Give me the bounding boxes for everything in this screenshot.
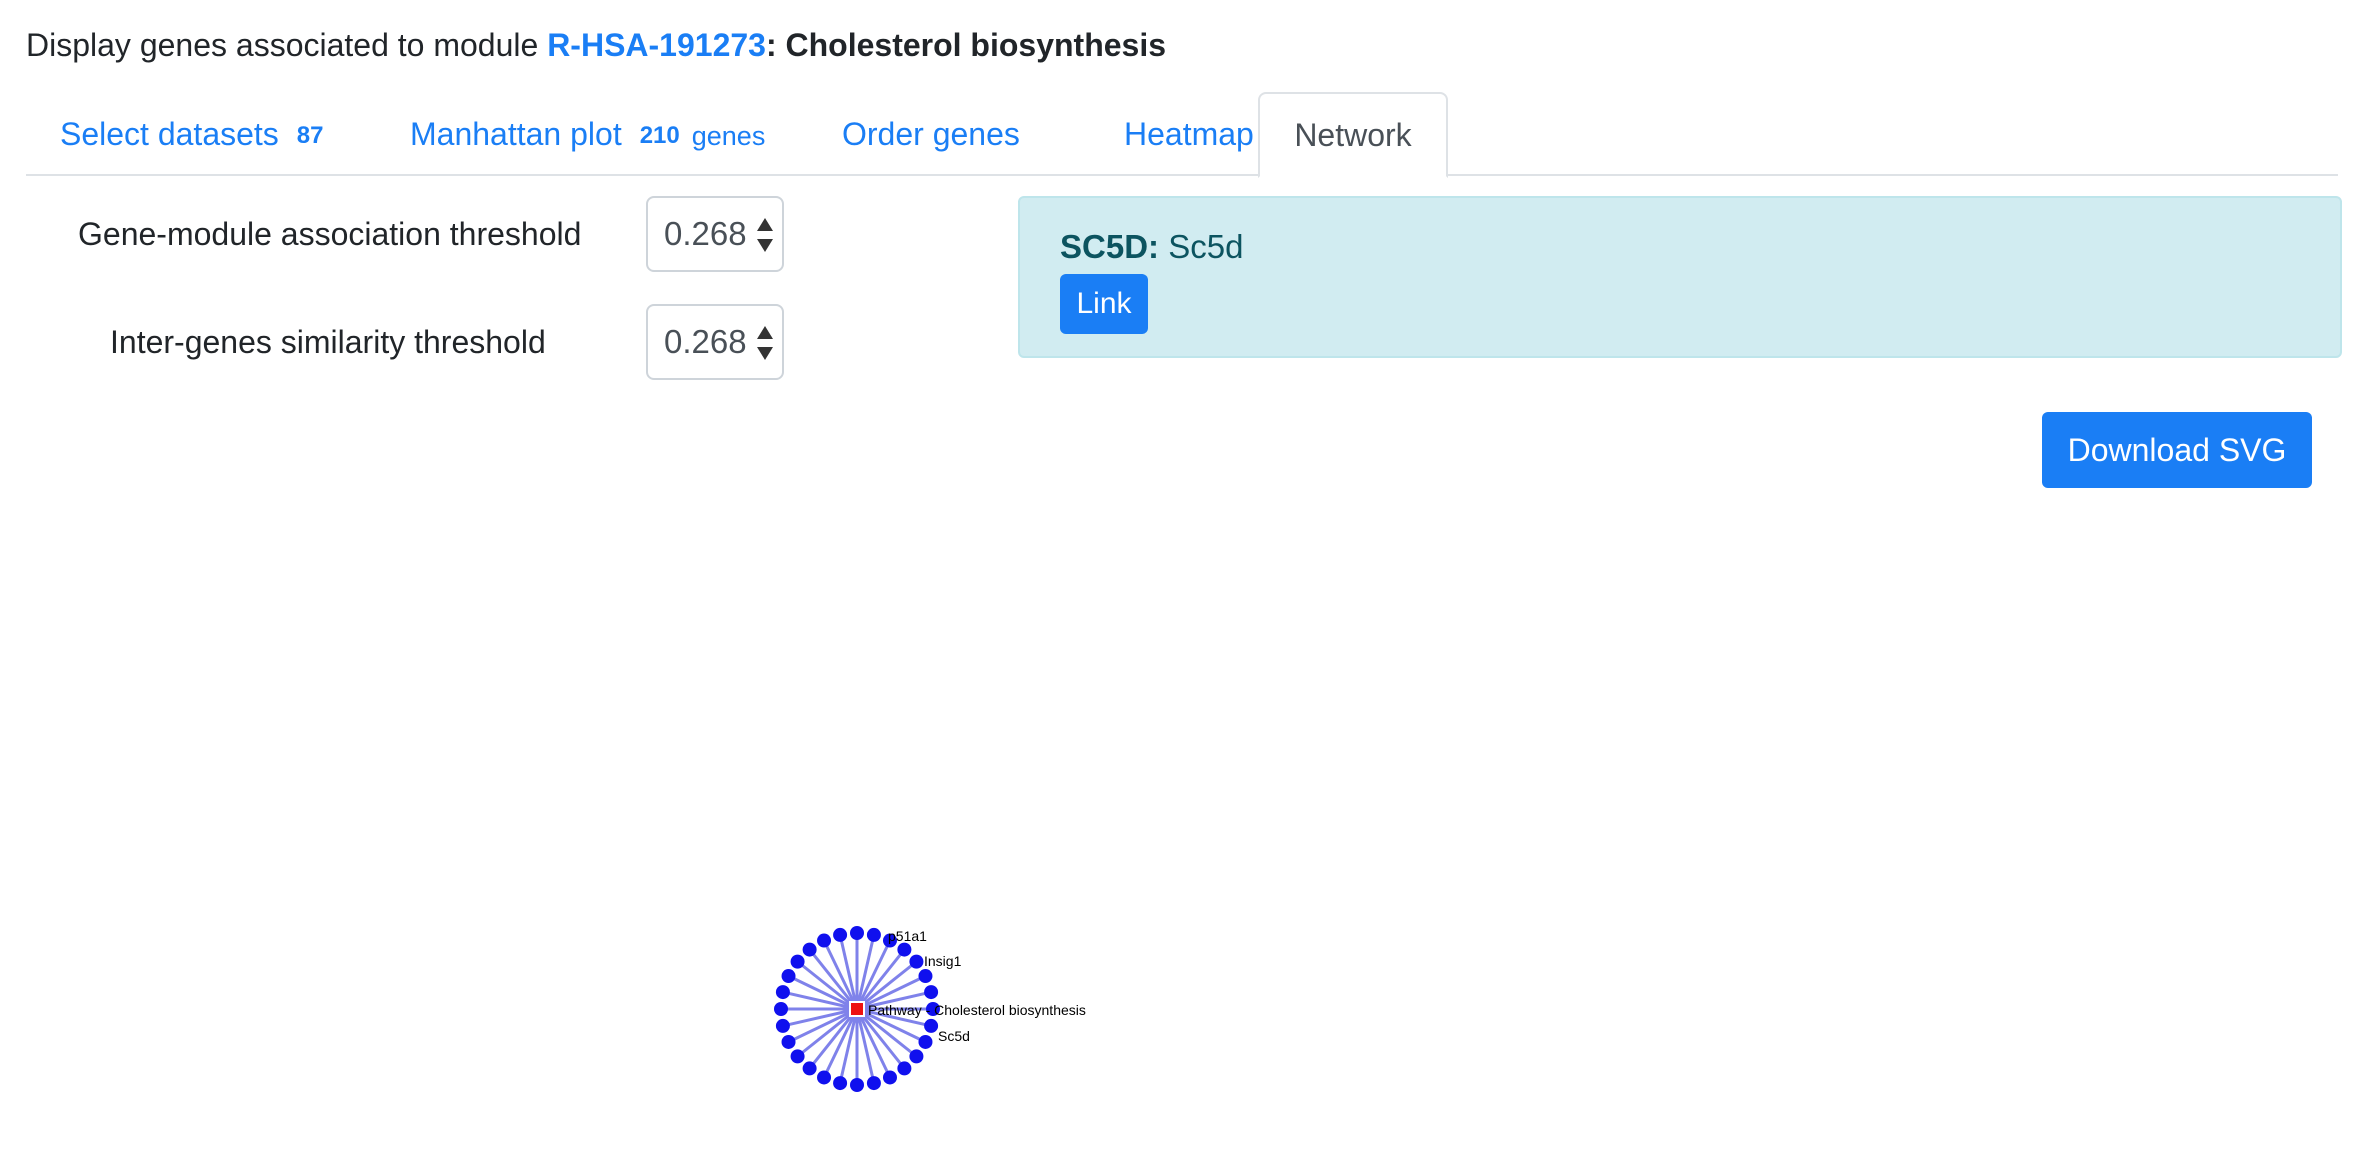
tab-count-badge: 87 [296,122,324,149]
title-separator: : [765,27,777,63]
gene-name: Sc5d [1168,228,1244,265]
network-edge [808,1008,859,1070]
node-label-sc5d: Sc5d [938,1028,970,1044]
gene-node[interactable] [926,1002,940,1016]
download-svg-button[interactable]: Download SVG [2042,412,2312,488]
node-label-p51a1: p51a1 [888,928,927,944]
tab-count-badge: 210 [639,122,680,149]
module-id-link[interactable]: R-HSA-191273 [547,27,766,63]
network-edge [855,1008,906,1070]
tab-manhattan-plot[interactable]: Manhattan plot 210 genes [376,92,799,176]
tab-label: Heatmap [1124,115,1254,152]
gene-node[interactable] [909,1049,924,1064]
gene-node[interactable] [817,933,832,948]
gene-node[interactable] [802,942,817,957]
network-edge [855,934,876,1010]
network-edge [856,1007,927,1044]
network-edge [782,990,858,1011]
gene-node[interactable] [781,1034,796,1049]
gene-symbol: SC5D: [1060,228,1160,265]
network-edge [796,1007,858,1058]
network-edges [781,933,933,1085]
title-prefix: Display genes associated to module [26,27,539,63]
gene-node[interactable] [774,1002,788,1016]
gene-node[interactable] [790,954,805,969]
number-spinner-icon[interactable] [756,326,774,360]
tab-select-datasets[interactable]: Select datasets 87 [26,92,358,176]
page-title: Display genes associated to module R-HSA… [26,22,1166,68]
node-label-insig1: Insig1 [924,953,962,969]
network-edge [856,974,927,1011]
network-edge [838,934,859,1010]
gene-node[interactable] [866,1076,881,1091]
gene-module-threshold-label: Gene-module association threshold [78,216,582,252]
gene-node[interactable] [918,1034,933,1049]
network-nodes [774,926,940,1092]
tab-bar: Select datasets 87 Manhattan plot 210 ge… [26,92,2338,178]
gene-module-threshold-input[interactable]: 0.268 [646,196,784,272]
network-edge [855,1008,876,1084]
tab-label: Manhattan plot [410,115,622,152]
gene-node[interactable] [882,933,897,948]
pathway-center-node[interactable] [849,1001,865,1017]
gene-node[interactable] [850,1078,864,1092]
number-spinner-icon[interactable] [756,218,774,252]
gene-node[interactable] [866,927,881,942]
gene-node[interactable] [850,926,864,940]
gene-link-button[interactable]: Link [1060,274,1148,334]
network-edge [856,990,932,1011]
gene-node[interactable] [924,985,939,1000]
tab-label: Order genes [842,115,1020,152]
gene-node[interactable] [833,1076,848,1091]
gene-info-title: SC5D: Sc5d [1060,228,1243,266]
inter-gene-threshold-label: Inter-genes similarity threshold [110,324,546,360]
network-edge [856,1007,932,1028]
gene-node[interactable] [909,954,924,969]
tab-label: Select datasets [60,115,279,152]
tab-count-unit: genes [691,120,766,151]
network-edge [856,1007,918,1058]
network-edge [855,1008,892,1079]
gene-node[interactable] [882,1070,897,1085]
tab-order-genes[interactable]: Order genes [808,92,1054,176]
network-edge [822,1008,859,1079]
gene-node[interactable] [817,1070,832,1085]
network-edge [787,974,858,1011]
gene-node[interactable] [833,927,848,942]
network-edge [855,939,892,1010]
inter-gene-threshold-input[interactable]: 0.268 [646,304,784,380]
module-name: Cholesterol biosynthesis [785,27,1167,63]
tab-network[interactable]: Network [1258,92,1448,178]
network-edge [808,948,859,1010]
gene-node[interactable] [790,1049,805,1064]
gene-node[interactable] [775,985,790,1000]
gene-node[interactable] [924,1018,939,1033]
network-edge [856,960,918,1011]
network-edge [855,948,906,1010]
pathway-center-label: Pathway - Cholesterol biosynthesis [868,1002,1086,1018]
network-edge [838,1008,859,1084]
network-edge [796,960,858,1011]
tab-label: Network [1294,116,1412,153]
gene-node[interactable] [918,969,933,984]
network-edge [787,1007,858,1044]
gene-node[interactable] [775,1018,790,1033]
gene-info-alert: SC5D: Sc5d Link [1018,196,2342,358]
gene-module-threshold-value: 0.268 [664,215,747,252]
gene-node[interactable] [802,1061,817,1076]
gene-node[interactable] [897,942,912,957]
gene-node[interactable] [781,969,796,984]
page: Display genes associated to module R-HSA… [0,0,2360,1166]
gene-node[interactable] [897,1061,912,1076]
network-edge [822,939,859,1010]
network-edge [782,1007,858,1028]
inter-gene-threshold-value: 0.268 [664,323,747,360]
